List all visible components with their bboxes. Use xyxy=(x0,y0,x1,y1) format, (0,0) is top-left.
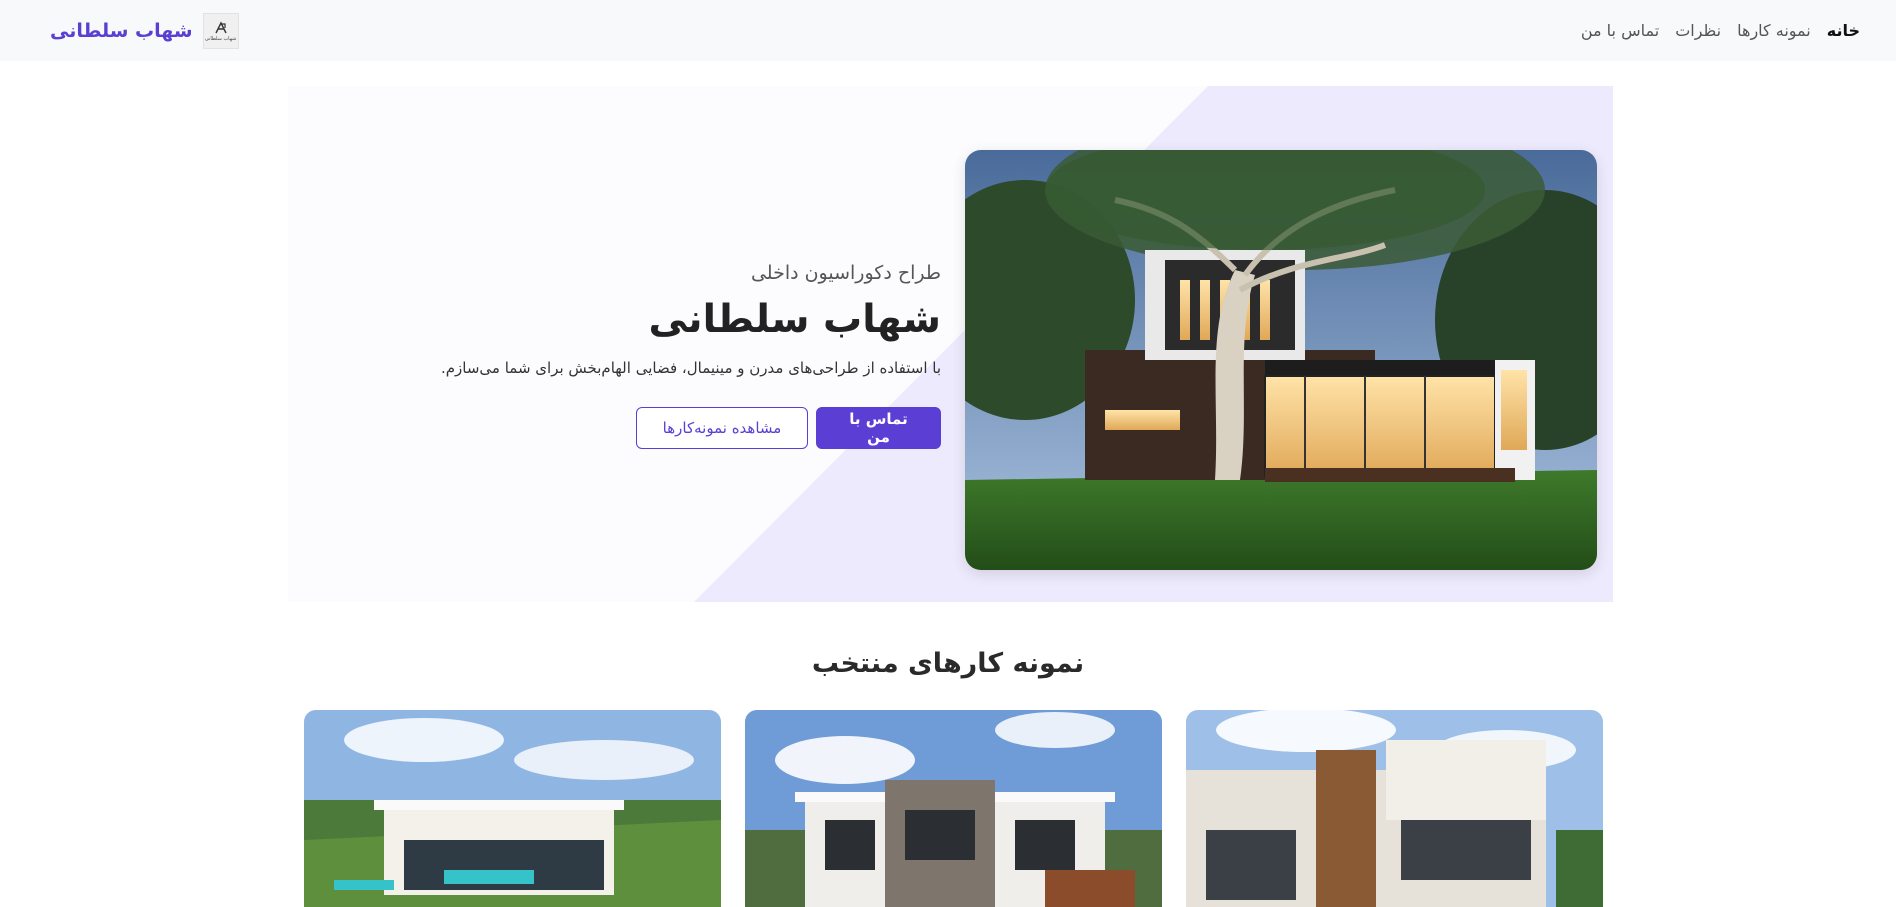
contact-button[interactable]: تماس با من xyxy=(816,406,941,449)
portfolio-card-image[interactable] xyxy=(304,710,721,907)
portfolio-card-image[interactable] xyxy=(745,710,1162,907)
hero-house-image xyxy=(965,150,1597,570)
portfolio-title: نمونه کارهای منتخب xyxy=(811,648,1085,679)
brand-name: شهاب سلطانی xyxy=(50,19,193,42)
brand-logo-icon: شهاب سلطانی xyxy=(202,12,239,49)
hero-subtitle: طراح دکوراسیون داخلی xyxy=(750,262,941,284)
hero-buttons: تماس با من مشاهده نمونه‌کارها xyxy=(388,406,941,449)
brand-logo-caption: شهاب سلطانی xyxy=(204,35,237,42)
hero-description: با استفاده از طراحی‌های مدرن و مینیمال، … xyxy=(440,358,941,377)
portfolio-card-image[interactable] xyxy=(1186,710,1603,907)
brand[interactable]: شهاب سلطانی شهاب سلطانی xyxy=(50,12,239,49)
view-portfolio-button[interactable]: مشاهده نمونه‌کارها xyxy=(636,406,808,449)
nav-link-testimonials[interactable]: نظرات xyxy=(1675,21,1721,40)
nav-link-contact[interactable]: تماس با من xyxy=(1581,21,1659,40)
hero-title: شهاب سلطانی xyxy=(648,297,941,342)
nav-link-portfolio[interactable]: نمونه کارها xyxy=(1737,21,1811,40)
nav-link-home[interactable]: خانه xyxy=(1827,21,1860,40)
portfolio-cards xyxy=(304,710,1603,907)
hero-text: طراح دکوراسیون داخلی شهاب سلطانی با استف… xyxy=(388,262,941,449)
nav-links: خانه نمونه کارها نظرات تماس با من xyxy=(1581,21,1860,40)
navbar: خانه نمونه کارها نظرات تماس با من شهاب س… xyxy=(0,0,1896,61)
hero-section: طراح دکوراسیون داخلی شهاب سلطانی با استف… xyxy=(288,86,1613,602)
